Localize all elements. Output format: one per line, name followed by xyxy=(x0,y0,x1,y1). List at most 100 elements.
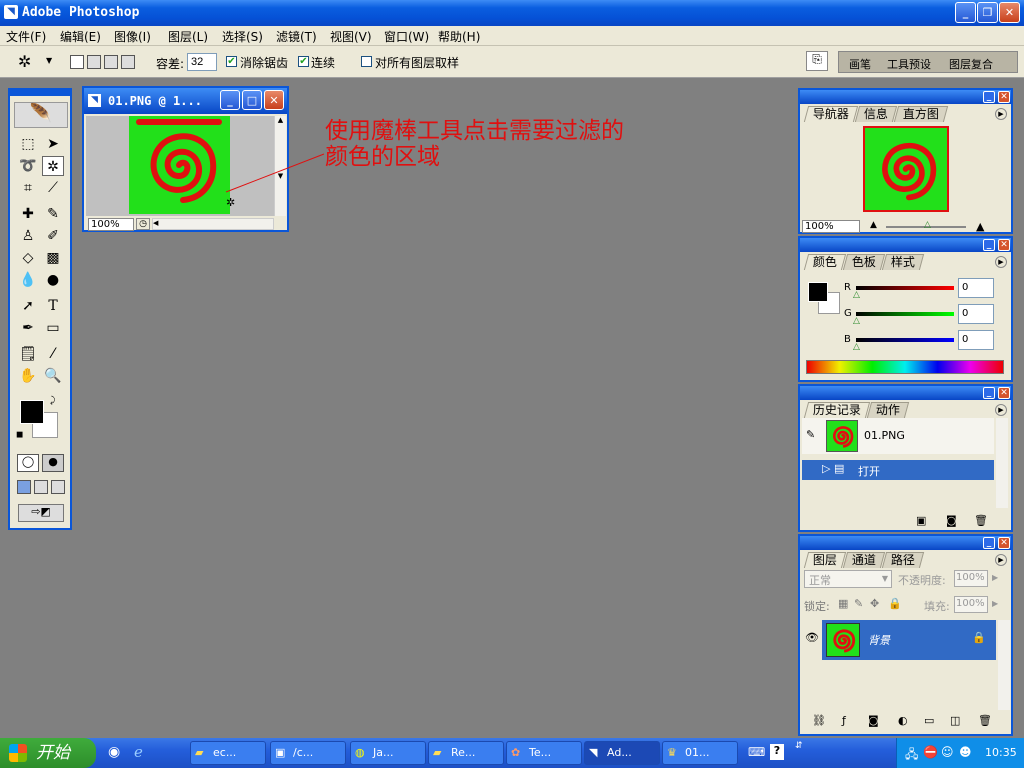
red-slider[interactable] xyxy=(856,286,954,290)
history-step-row[interactable]: ▷ ▤ 打开 xyxy=(802,460,994,480)
layer-row-background[interactable]: 👁 背景 🔒 xyxy=(802,620,996,660)
taskbar-item-folder-re[interactable]: ▰ Re... xyxy=(428,741,504,765)
hand-tool-icon[interactable]: ✋ xyxy=(17,366,39,386)
selection-mode-new-icon[interactable] xyxy=(70,55,84,69)
jump-to-imageready-icon[interactable]: ⇨◩ xyxy=(18,504,64,522)
tab-history[interactable]: 历史记录 xyxy=(803,402,871,418)
adjustment-layer-icon[interactable]: ◐ xyxy=(898,714,908,727)
color-foreground-swatch[interactable] xyxy=(808,282,828,302)
layers-close-button[interactable]: ✕ xyxy=(998,537,1010,549)
fullscreen-mode-icon[interactable] xyxy=(51,480,65,494)
tab-color[interactable]: 颜色 xyxy=(803,254,847,270)
layer-name[interactable]: 背景 xyxy=(868,632,890,648)
history-vertical-scrollbar[interactable] xyxy=(996,418,1008,508)
menu-help[interactable]: 帮助(H) xyxy=(438,28,480,45)
menu-image[interactable]: 图像(I) xyxy=(114,28,151,45)
language-bar-icon[interactable]: ⇵ xyxy=(795,741,803,751)
red-value[interactable]: 0 xyxy=(958,278,994,298)
menu-layer[interactable]: 图层(L) xyxy=(168,28,208,45)
all-layers-checkbox[interactable] xyxy=(361,56,372,67)
link-layers-icon[interactable]: ⛓ xyxy=(812,714,826,727)
minimize-button[interactable]: _ xyxy=(955,2,976,23)
color-close-button[interactable]: ✕ xyxy=(998,239,1010,251)
crop-tool-icon[interactable]: ⌗ xyxy=(17,178,39,198)
taskbar-item-01-png[interactable]: ♛ 01... xyxy=(662,741,738,765)
tray-messenger-icon[interactable]: ☺ xyxy=(941,745,954,759)
document-status-arrow-icon[interactable]: ◷ xyxy=(136,218,150,230)
taskbar-item-te[interactable]: ✿ Te... xyxy=(506,741,582,765)
history-delete-icon[interactable]: 🗑 xyxy=(974,514,988,527)
fullscreen-menu-mode-icon[interactable] xyxy=(34,480,48,494)
new-document-from-state-icon[interactable]: ▣ xyxy=(916,514,926,527)
new-layer-icon[interactable]: ◫ xyxy=(950,714,960,727)
navigator-menu-icon[interactable]: ▶ xyxy=(995,108,1007,120)
taskbar-item-ja[interactable]: ◍ Ja... xyxy=(350,741,426,765)
selection-mode-intersect-icon[interactable] xyxy=(121,55,135,69)
history-snapshot-row[interactable]: ✎ 01.PNG xyxy=(802,418,994,454)
red-slider-thumb[interactable]: △ xyxy=(853,290,860,300)
palette-well-tool-presets-tab[interactable]: 工具预设 xyxy=(887,56,931,72)
history-minimize-button[interactable]: _ xyxy=(983,387,995,399)
magic-wand-tool-icon[interactable]: ✲ xyxy=(18,52,31,71)
tray-network-icon[interactable]: 🖧 xyxy=(905,745,918,766)
blur-tool-icon[interactable]: 💧 xyxy=(17,270,39,290)
layer-visibility-eye-icon[interactable]: 👁 xyxy=(802,620,822,660)
close-button[interactable]: ✕ xyxy=(999,2,1020,23)
fill-dropdown-icon[interactable]: ▶ xyxy=(992,599,998,608)
tab-actions[interactable]: 动作 xyxy=(866,402,910,418)
move-tool-icon[interactable]: ➤ xyxy=(42,134,64,154)
tab-swatches[interactable]: 色板 xyxy=(842,254,886,270)
start-button[interactable]: 开始 xyxy=(0,738,96,768)
selection-mode-add-icon[interactable] xyxy=(87,55,101,69)
blue-value[interactable]: 0 xyxy=(958,330,994,350)
create-snapshot-icon[interactable]: ◙ xyxy=(946,514,957,527)
menu-select[interactable]: 选择(S) xyxy=(222,28,263,45)
document-maximize-button[interactable]: □ xyxy=(242,90,262,110)
green-slider-thumb[interactable]: △ xyxy=(853,316,860,326)
contiguous-checkbox[interactable]: ✔ xyxy=(298,56,309,67)
menu-file[interactable]: 文件(F) xyxy=(6,28,46,45)
show-desktop-icon[interactable]: ◉ xyxy=(108,744,120,760)
green-value[interactable]: 0 xyxy=(958,304,994,324)
tab-histogram[interactable]: 直方图 xyxy=(893,106,948,122)
feather-logo-icon[interactable]: 🪶 xyxy=(14,102,68,128)
green-slider[interactable] xyxy=(856,312,954,316)
history-brush-source-icon[interactable]: ✎ xyxy=(806,428,815,441)
document-horizontal-scrollbar[interactable]: ◀ xyxy=(152,218,274,230)
color-spectrum-bar[interactable] xyxy=(806,360,1004,374)
tab-layers[interactable]: 图层 xyxy=(803,552,847,568)
layer-mask-icon[interactable]: ◙ xyxy=(868,714,879,727)
tray-volume-icon[interactable]: ☻ xyxy=(959,745,972,759)
layer-style-icon[interactable]: ƒ xyxy=(842,714,846,727)
quick-mask-mode-icon[interactable]: ● xyxy=(42,454,64,472)
history-close-button[interactable]: ✕ xyxy=(998,387,1010,399)
eraser-tool-icon[interactable]: ◇ xyxy=(17,248,39,268)
navigator-zoom-input[interactable]: 100% xyxy=(802,220,860,233)
swap-colors-icon[interactable]: ⤸ xyxy=(50,396,55,406)
magic-wand-tool-icon[interactable]: ✲ xyxy=(42,156,64,176)
help-icon[interactable]: ? xyxy=(770,744,784,760)
layers-menu-icon[interactable]: ▶ xyxy=(995,554,1007,566)
menu-view[interactable]: 视图(V) xyxy=(330,28,372,45)
notes-tool-icon[interactable]: 🗒 xyxy=(17,344,39,364)
zoom-in-icon[interactable]: ▲ xyxy=(976,220,984,233)
clone-stamp-tool-icon[interactable]: ♙ xyxy=(17,226,39,246)
shape-tool-icon[interactable]: ▭ xyxy=(42,318,64,338)
standard-mode-icon[interactable]: ◯ xyxy=(17,454,39,472)
menu-filter[interactable]: 滤镜(T) xyxy=(276,28,317,45)
zoom-out-icon[interactable]: ▲ xyxy=(870,220,877,230)
selection-mode-subtract-icon[interactable] xyxy=(104,55,118,69)
internet-explorer-icon[interactable]: e xyxy=(134,743,143,761)
taskbar-item-window-c[interactable]: ▣/c... xyxy=(270,741,346,765)
tab-paths[interactable]: 路径 xyxy=(881,552,924,568)
gradient-tool-icon[interactable]: ▩ xyxy=(42,248,64,268)
menu-window[interactable]: 窗口(W) xyxy=(384,28,429,45)
taskbar-item-photoshop[interactable]: ◥ Ad... xyxy=(584,741,660,765)
delete-layer-icon[interactable]: 🗑 xyxy=(978,714,992,727)
tab-channels[interactable]: 通道 xyxy=(842,552,886,568)
blue-slider[interactable] xyxy=(856,338,954,342)
navigator-close-button[interactable]: ✕ xyxy=(998,91,1010,103)
palette-well-layer-comps-tab[interactable]: 图层复合 xyxy=(949,56,993,72)
healing-brush-tool-icon[interactable]: ✚ xyxy=(17,204,39,224)
document-minimize-button[interactable]: _ xyxy=(220,90,240,110)
